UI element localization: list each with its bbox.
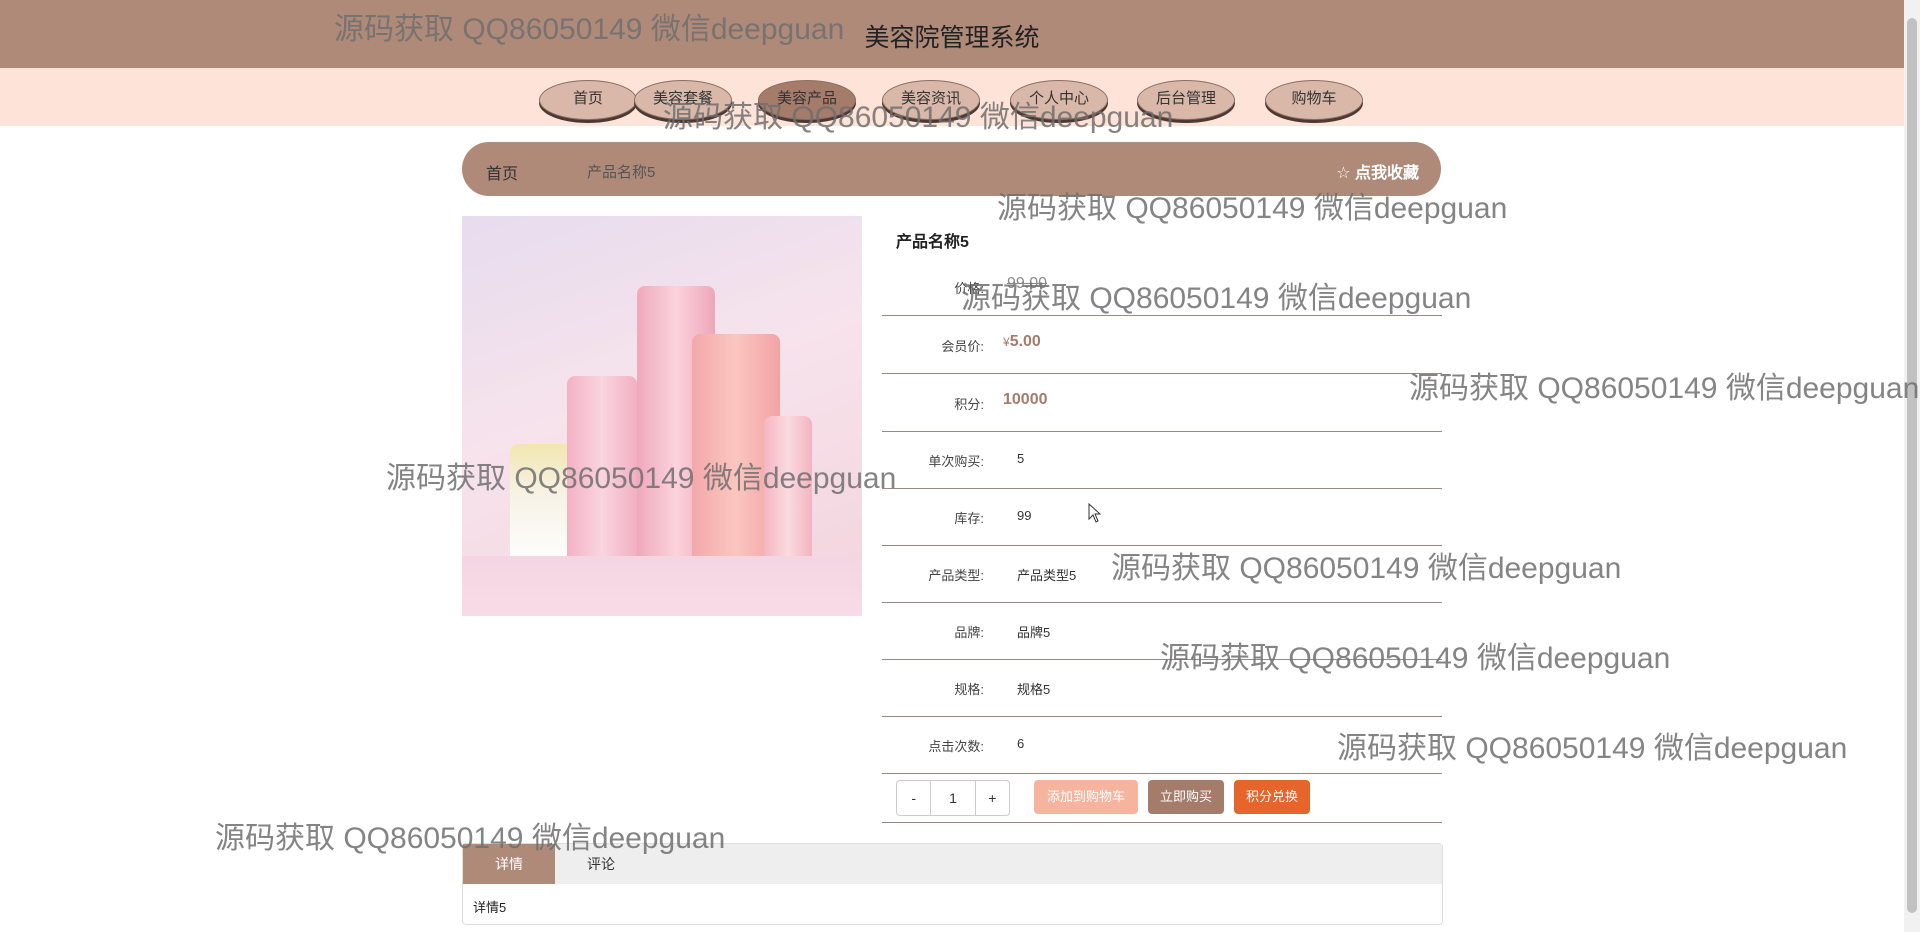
product-type-label: 产品类型:: [928, 568, 984, 583]
buy-now-button[interactable]: 立即购买: [1148, 780, 1224, 814]
mouse-cursor-icon: [1088, 503, 1102, 523]
tab-header: 详情 评论: [463, 844, 1442, 884]
tab-comments[interactable]: 评论: [555, 844, 647, 884]
row-price: 价格: 99.00: [882, 258, 1442, 316]
nav-item-home[interactable]: 首页: [539, 80, 637, 120]
member-price-value: ¥5.00: [1003, 333, 1041, 351]
row-spec: 规格: 规格5: [882, 659, 1442, 717]
member-price-amount: 5.00: [1009, 333, 1041, 350]
spec-label: 规格:: [954, 682, 984, 697]
detail-tabs: 详情 评论 详情5: [462, 843, 1443, 925]
row-points: 积分: 10000: [882, 374, 1442, 432]
nav-item-beauty-packages[interactable]: 美容套餐: [634, 80, 732, 120]
nav-item-cart[interactable]: 购物车: [1265, 80, 1363, 120]
price-value: 99.00: [1007, 275, 1048, 292]
single-purchase-label: 单次购买:: [928, 454, 984, 469]
row-click-count: 点击次数: 6: [882, 716, 1442, 774]
brand-value: 品牌5: [1017, 625, 1051, 640]
quantity-stepper: - 1 +: [896, 780, 1010, 816]
scrollbar-thumb[interactable]: [1907, 18, 1917, 913]
product-base: [462, 556, 862, 616]
quantity-minus-button[interactable]: -: [897, 781, 930, 815]
points-exchange-button[interactable]: 积分兑换: [1234, 780, 1310, 814]
nav-item-personal-center[interactable]: 个人中心: [1010, 80, 1108, 120]
divider: [882, 822, 1442, 823]
click-count-value: 6: [1017, 736, 1025, 751]
click-count-label: 点击次数:: [928, 739, 984, 754]
quantity-input[interactable]: 1: [930, 781, 976, 815]
stock-value: 99: [1017, 508, 1032, 523]
breadcrumb-home[interactable]: 首页: [486, 160, 518, 184]
row-single-purchase: 单次购买: 5: [882, 431, 1442, 489]
row-member-price: 会员价: ¥5.00: [882, 316, 1442, 374]
add-to-cart-button[interactable]: 添加到购物车: [1034, 780, 1138, 814]
points-value: 10000: [1003, 391, 1048, 408]
points-label: 积分:: [954, 397, 984, 412]
product-image: [462, 216, 862, 616]
watermark-text: 源码获取 QQ86050149 微信deepguan: [1409, 372, 1920, 405]
product-name: 产品名称5: [896, 234, 969, 251]
breadcrumb-bar: 首页 产品名称5 ☆ 点我收藏: [462, 142, 1441, 196]
tab-details[interactable]: 详情: [463, 844, 555, 884]
nav-item-admin[interactable]: 后台管理: [1137, 80, 1235, 120]
quantity-plus-button[interactable]: +: [976, 781, 1009, 815]
stock-label: 库存:: [954, 511, 984, 526]
row-stock: 库存: 99: [882, 488, 1442, 546]
nav-item-beauty-products[interactable]: 美容产品: [758, 80, 856, 120]
top-header-bar: 美容院管理系统: [0, 0, 1904, 68]
row-brand: 品牌: 品牌5: [882, 602, 1442, 660]
site-title: 美容院管理系统: [864, 24, 1040, 52]
currency-symbol: ¥: [1003, 335, 1010, 349]
member-price-label: 会员价:: [941, 339, 984, 354]
tab-content: 详情5: [473, 900, 507, 915]
brand-label: 品牌:: [954, 625, 984, 640]
product-type-value: 产品类型5: [1017, 568, 1077, 583]
favorite-button[interactable]: ☆ 点我收藏: [1336, 159, 1419, 183]
row-product-type: 产品类型: 产品类型5: [882, 545, 1442, 603]
spec-value: 规格5: [1017, 682, 1051, 697]
pink-bottle: [567, 376, 637, 576]
price-label: 价格:: [954, 281, 984, 296]
single-purchase-value: 5: [1017, 451, 1025, 466]
nav-item-beauty-news[interactable]: 美容资讯: [882, 80, 980, 120]
breadcrumb-current: 产品名称5: [587, 164, 656, 181]
vertical-scrollbar[interactable]: [1904, 0, 1920, 932]
small-pink-bottle: [764, 416, 812, 576]
